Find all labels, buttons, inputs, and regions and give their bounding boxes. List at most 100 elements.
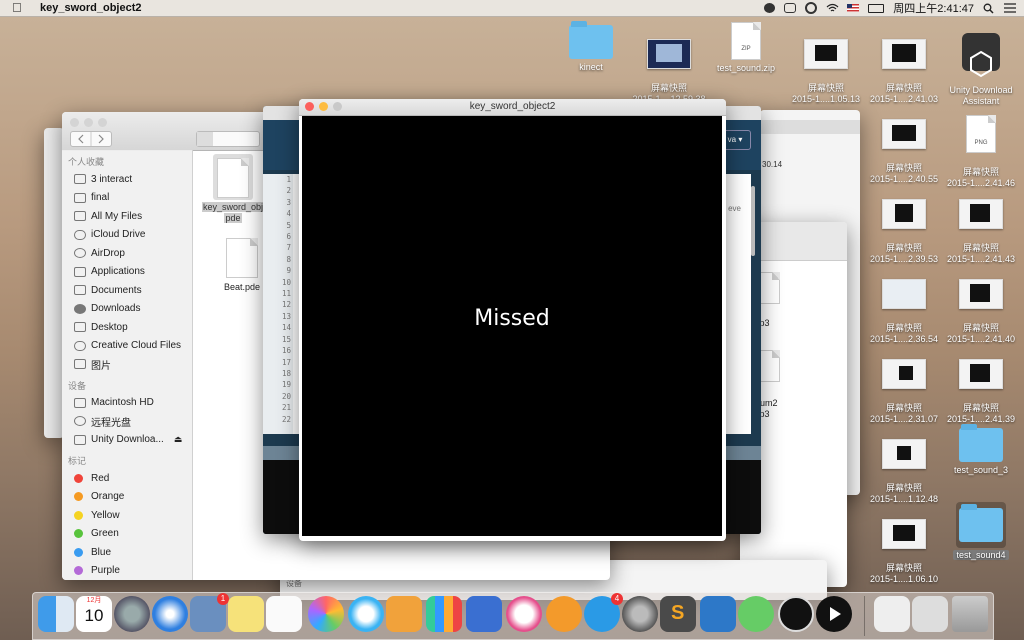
apple-menu-icon[interactable]:  <box>12 0 26 16</box>
eject-icon[interactable]: ⏏ <box>174 434 183 445</box>
screenshot-thumbnail-icon <box>959 279 1003 309</box>
close-button[interactable] <box>70 118 79 127</box>
desktop-item-kinect[interactable]: kinect <box>551 21 631 73</box>
line-number: 5 <box>286 220 291 230</box>
desktop-item-zip[interactable]: ZIP test_sound.zip <box>706 22 786 74</box>
desktop-item-screenshot[interactable]: 屏幕快照 2015-1....2.40.55 <box>864 108 944 185</box>
sketch-canvas[interactable]: Missed <box>302 116 722 536</box>
desktop-item-screenshot[interactable]: 屏幕快照 2015-1....2.41.40 <box>941 268 1021 345</box>
desktop-item-screenshot[interactable]: 屏幕快照 2015-1....2.41.03 <box>864 28 944 105</box>
sketch-titlebar: key_sword_object2 <box>299 99 726 116</box>
sidebar-item-downloads[interactable]: Downloads <box>62 300 192 319</box>
spotlight-icon[interactable] <box>983 3 995 14</box>
screenshot-thumbnail-icon <box>882 279 926 309</box>
sidebar-item-pictures[interactable]: 图片 <box>62 355 192 374</box>
dock-launchpad-icon[interactable] <box>114 596 150 632</box>
dock-finder-icon[interactable] <box>38 596 74 632</box>
desktop-item-screenshot[interactable]: 屏幕快照 2015-1....2.41.43 <box>941 188 1021 265</box>
sidebar-tag-green[interactable]: Green <box>62 525 192 544</box>
desktop-item-screenshot[interactable]: 屏幕快照 2015-1....2.41.39 <box>941 348 1021 425</box>
desktop-item-screenshot[interactable]: 屏幕快照 2015-1....2.36.54 <box>864 268 944 345</box>
window-title: key_sword_object2 <box>469 101 556 112</box>
desktop-item-screenshot[interactable]: 屏幕快照 2015-1....1.05.13 <box>786 28 866 105</box>
battery-icon[interactable] <box>868 3 885 13</box>
sidebar-item-icloud-drive[interactable]: iCloud Drive <box>62 226 192 245</box>
dock-preview-icon[interactable]: 1 <box>190 593 229 632</box>
dock-system-preferences-icon[interactable] <box>622 596 658 632</box>
sidebar-item-label: final <box>91 192 110 204</box>
dock-photos-icon[interactable] <box>308 596 344 632</box>
desktop-item-label: 屏幕快照 2015-1....2.41.43 <box>946 243 1016 264</box>
wechat-status-icon[interactable] <box>764 3 776 13</box>
dock-downloads-stack-icon[interactable] <box>912 596 948 632</box>
sidebar-item-3-interact[interactable]: 3 interact <box>62 170 192 189</box>
dock-keynote-icon[interactable] <box>466 596 502 632</box>
dock-messages-icon[interactable] <box>348 596 384 632</box>
dock-wechat-icon[interactable] <box>738 596 774 632</box>
sidebar-tag-purple[interactable]: Purple <box>62 562 192 581</box>
sidebar-tag-orange[interactable]: Orange <box>62 488 192 507</box>
sidebar-item-macintosh-hd[interactable]: Macintosh HD <box>62 394 192 413</box>
sidebar-item-remote-disc[interactable]: 远程光盘 <box>62 412 192 431</box>
desktop-item-test-sound4[interactable]: test_sound4 <box>941 502 1021 561</box>
background-window[interactable] <box>44 128 64 438</box>
sidebar-item-applications[interactable]: Applications <box>62 263 192 282</box>
zoom-button[interactable] <box>333 102 342 111</box>
sidebar-item-creative-cloud[interactable]: Creative Cloud Files <box>62 337 192 356</box>
line-number: 2 <box>286 186 291 196</box>
dock-documents-stack-icon[interactable] <box>874 596 910 632</box>
back-forward-buttons[interactable] <box>70 131 112 147</box>
screenshot-thumbnail-icon <box>959 199 1003 229</box>
wifi-icon[interactable] <box>826 3 839 13</box>
file-item-key-sword[interactable]: key_sword_obj pde <box>198 154 268 224</box>
creative-cloud-icon[interactable] <box>805 2 818 14</box>
sidebar-item-all-my-files[interactable]: All My Files <box>62 207 192 226</box>
folder-icon <box>959 504 1003 542</box>
dock-itunes-icon[interactable] <box>506 596 542 632</box>
dock-ibooks-icon[interactable] <box>546 596 582 632</box>
desktop-item-unity-assistant[interactable]: Unity Download Assistant <box>941 22 1021 107</box>
sidebar-item-unity-download[interactable]: Unity Downloa... ⏏ <box>62 431 192 450</box>
sidebar-item-documents[interactable]: Documents <box>62 281 192 300</box>
editor-scrollbar[interactable] <box>751 186 755 256</box>
dock-reminders-icon[interactable] <box>266 596 302 632</box>
dock-safari-icon[interactable] <box>152 596 188 632</box>
dock-quicktime-icon[interactable] <box>816 596 852 632</box>
sidebar-tag-blue[interactable]: Blue <box>62 543 192 562</box>
dock-pages-icon[interactable] <box>386 596 422 632</box>
notification-center-icon[interactable] <box>1004 3 1016 13</box>
sidebar-item-label: Macintosh HD <box>91 397 154 409</box>
chat-status-icon[interactable] <box>784 3 797 13</box>
sidebar-section-favorites: 个人收藏 <box>68 157 105 167</box>
desktop-item-screenshot[interactable]: 屏幕快照 2015-1....12.59.38 <box>629 28 709 105</box>
sidebar-item-final[interactable]: final <box>62 189 192 208</box>
desktop-item-screenshot[interactable]: 屏幕快照 2015-1....2.31.07 <box>864 348 944 425</box>
icon-view-button[interactable] <box>197 132 213 146</box>
dock-unity-icon[interactable] <box>778 596 814 632</box>
minimize-button[interactable] <box>84 118 93 127</box>
sketch-window[interactable]: key_sword_object2 Missed <box>299 99 726 541</box>
dock-numbers-icon[interactable] <box>426 596 462 632</box>
desktop-item-png[interactable]: PNG 屏幕快照 2015-1....2.41.46 <box>941 104 1021 189</box>
dock-migration-icon[interactable] <box>700 596 736 632</box>
dock-calendar-icon[interactable]: 12月 10 <box>76 596 112 632</box>
desktop-item-screenshot[interactable]: 屏幕快照 2015-1....1.06.10 <box>864 508 944 585</box>
app-name-menu[interactable]: key_sword_object2 <box>40 2 142 14</box>
zoom-button[interactable] <box>98 118 107 127</box>
desktop-item-test-sound-3[interactable]: test_sound_3 <box>941 424 1021 476</box>
sidebar-item-airdrop[interactable]: AirDrop <box>62 244 192 263</box>
minimize-button[interactable] <box>319 102 328 111</box>
us-flag-icon[interactable] <box>847 4 860 12</box>
dock-notes-icon[interactable] <box>228 596 264 632</box>
sidebar-item-desktop[interactable]: Desktop <box>62 318 192 337</box>
desktop-item-screenshot[interactable]: 屏幕快照 2015-1....1.12.48 <box>864 428 944 505</box>
desktop-item-screenshot[interactable]: 屏幕快照 2015-1....2.39.53 <box>864 188 944 265</box>
clock[interactable]: 周四上午2:41:47 <box>893 0 974 16</box>
dock-trash-icon[interactable] <box>952 596 988 632</box>
dock-sublime-text-icon[interactable]: S <box>660 596 696 632</box>
sidebar-tag-yellow[interactable]: Yellow <box>62 506 192 525</box>
view-mode-selector[interactable] <box>196 131 260 147</box>
dock-app-store-icon[interactable]: 4 <box>584 593 623 632</box>
close-button[interactable] <box>305 102 314 111</box>
sidebar-tag-red[interactable]: Red <box>62 469 192 488</box>
